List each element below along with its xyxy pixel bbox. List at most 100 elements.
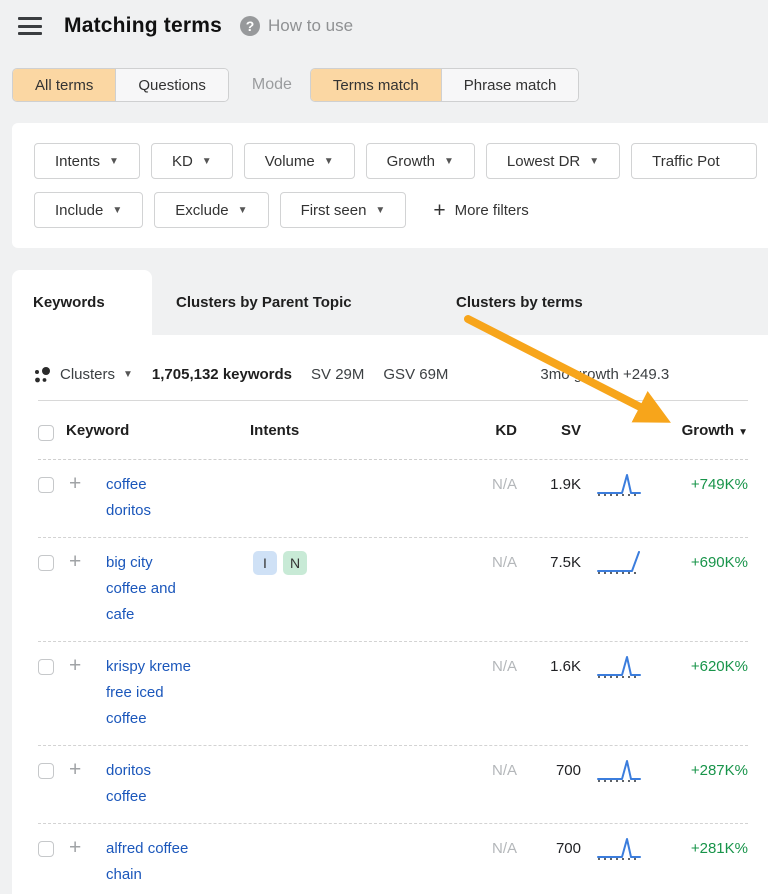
clusters-icon — [33, 366, 51, 384]
filter-volume[interactable]: Volume▼ — [244, 143, 355, 179]
column-header-growth[interactable]: Growth▼ — [642, 422, 748, 439]
search-volume-stat: SV 29M — [311, 366, 364, 383]
how-to-use[interactable]: ? How to use — [240, 16, 353, 36]
filter-first-seen[interactable]: First seen▼ — [280, 192, 407, 228]
clusters-dropdown[interactable]: Clusters ▼ — [33, 366, 133, 384]
chevron-down-icon: ▼ — [109, 156, 119, 167]
intent-badge-n: N — [283, 551, 307, 575]
column-header-keyword[interactable]: Keyword — [54, 422, 250, 439]
keywords-count: 1,705,132 keywords — [152, 366, 292, 383]
add-to-list-icon[interactable]: + — [54, 550, 106, 574]
help-icon[interactable]: ? — [240, 16, 260, 36]
questions-button[interactable]: Questions — [115, 69, 228, 101]
all-terms-button[interactable]: All terms — [13, 69, 115, 101]
sort-desc-icon: ▼ — [738, 427, 748, 438]
row-checkbox[interactable] — [38, 555, 54, 571]
sv-value: 1.6K — [517, 654, 581, 680]
table-row: + coffeedoritos N/A 1.9K +749K% — [38, 460, 748, 538]
volume-sparkline — [581, 654, 642, 684]
kd-value: N/A — [457, 758, 517, 784]
keyword-link[interactable]: coffeedoritos — [106, 472, 250, 524]
filter-row-1: Intents▼ KD▼ Volume▼ Growth▼ Lowest DR▼ … — [34, 143, 768, 179]
volume-sparkline — [581, 836, 642, 866]
intent-badge-i: I — [253, 551, 277, 575]
filter-intents[interactable]: Intents▼ — [34, 143, 140, 179]
filter-include[interactable]: Include▼ — [34, 192, 143, 228]
page-title: Matching terms — [64, 14, 222, 38]
row-checkbox[interactable] — [38, 477, 54, 493]
sv-value: 700 — [517, 758, 581, 784]
sv-value: 1.9K — [517, 472, 581, 498]
match-mode-toggle: Terms match Phrase match — [310, 68, 579, 102]
filter-growth[interactable]: Growth▼ — [366, 143, 475, 179]
column-header-kd[interactable]: KD — [457, 422, 517, 439]
results-panel: Clusters ▼ 1,705,132 keywords SV 29M GSV… — [12, 335, 768, 894]
terms-match-button[interactable]: Terms match — [311, 69, 441, 101]
mode-label: Mode — [252, 76, 292, 94]
filter-panel: Intents▼ KD▼ Volume▼ Growth▼ Lowest DR▼ … — [12, 123, 768, 248]
kd-value: N/A — [457, 550, 517, 576]
column-header-sv[interactable]: SV — [517, 422, 581, 439]
growth-value: +287K% — [642, 758, 748, 784]
growth-value: +749K% — [642, 472, 748, 498]
table-row: + alfred coffeechain N/A 700 +281K% — [38, 824, 748, 894]
row-checkbox[interactable] — [38, 841, 54, 857]
table-row: + krispy kremefree icedcoffee N/A 1.6K +… — [38, 642, 748, 746]
volume-sparkline — [581, 758, 642, 788]
add-to-list-icon[interactable]: + — [54, 472, 106, 496]
filter-lowest-dr[interactable]: Lowest DR▼ — [486, 143, 620, 179]
help-label: How to use — [268, 16, 353, 36]
table-row: + big citycoffee andcafe IN N/A 7.5K +69… — [38, 538, 748, 642]
column-header-intents[interactable]: Intents — [250, 422, 457, 439]
keyword-link[interactable]: krispy kremefree icedcoffee — [106, 654, 250, 732]
page-header: Matching terms ? How to use — [18, 14, 353, 38]
row-checkbox[interactable] — [38, 659, 54, 675]
menu-icon[interactable] — [18, 17, 42, 35]
keyword-link[interactable]: big citycoffee andcafe — [106, 550, 250, 628]
select-all-checkbox[interactable] — [38, 425, 54, 441]
chevron-down-icon: ▼ — [202, 156, 212, 167]
keyword-link[interactable]: doritoscoffee — [106, 758, 250, 810]
growth-3mo-stat: 3mo growth +249.3 — [540, 366, 669, 383]
global-search-volume-stat: GSV 69M — [383, 366, 448, 383]
filter-traffic-potential[interactable]: Traffic Pot — [631, 143, 757, 179]
add-to-list-icon[interactable]: + — [54, 758, 106, 782]
chevron-down-icon: ▼ — [324, 156, 334, 167]
add-to-list-icon[interactable]: + — [54, 654, 106, 678]
chevron-down-icon: ▼ — [238, 205, 248, 216]
filter-kd[interactable]: KD▼ — [151, 143, 233, 179]
phrase-match-button[interactable]: Phrase match — [441, 69, 579, 101]
toolbar: All terms Questions Mode Terms match Phr… — [12, 68, 579, 102]
result-tabs: Keywords Clusters by Parent Topic Cluste… — [0, 270, 768, 335]
tab-clusters-by-parent-topic[interactable]: Clusters by Parent Topic — [176, 270, 352, 335]
kd-value: N/A — [457, 654, 517, 680]
more-filters-button[interactable]: + More filters — [433, 200, 528, 221]
growth-value: +690K% — [642, 550, 748, 576]
keyword-link[interactable]: alfred coffeechain — [106, 836, 250, 888]
term-type-toggle: All terms Questions — [12, 68, 229, 102]
volume-sparkline — [581, 550, 642, 580]
volume-sparkline — [581, 472, 642, 502]
chevron-down-icon: ▼ — [589, 156, 599, 167]
filter-row-2: Include▼ Exclude▼ First seen▼ + More fil… — [34, 192, 768, 228]
sv-value: 700 — [517, 836, 581, 862]
chevron-down-icon: ▼ — [444, 156, 454, 167]
tab-clusters-by-terms[interactable]: Clusters by terms — [456, 270, 583, 335]
table-header: Keyword Intents KD SV Growth▼ — [38, 400, 748, 460]
sv-value: 7.5K — [517, 550, 581, 576]
chevron-down-icon: ▼ — [112, 205, 122, 216]
plus-icon: + — [433, 200, 445, 221]
growth-value: +620K% — [642, 654, 748, 680]
table-body: + coffeedoritos N/A 1.9K +749K% + big ci… — [12, 460, 768, 894]
filter-exclude[interactable]: Exclude▼ — [154, 192, 268, 228]
table-row: + doritoscoffee N/A 700 +287K% — [38, 746, 748, 824]
kd-value: N/A — [457, 836, 517, 862]
add-to-list-icon[interactable]: + — [54, 836, 106, 860]
stats-bar: Clusters ▼ 1,705,132 keywords SV 29M GSV… — [12, 335, 768, 400]
intent-badges: IN — [250, 551, 457, 575]
chevron-down-icon: ▼ — [123, 369, 133, 380]
kd-value: N/A — [457, 472, 517, 498]
row-checkbox[interactable] — [38, 763, 54, 779]
chevron-down-icon: ▼ — [375, 205, 385, 216]
tab-keywords[interactable]: Keywords — [33, 270, 105, 335]
